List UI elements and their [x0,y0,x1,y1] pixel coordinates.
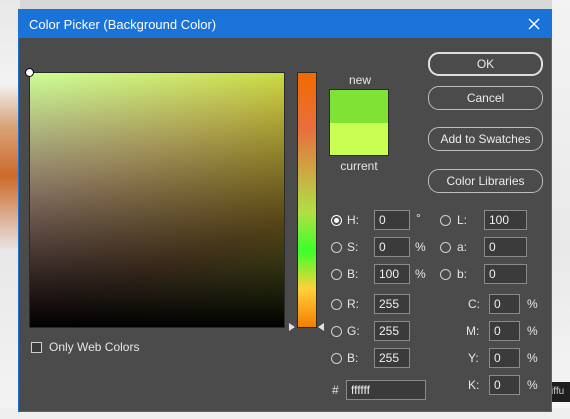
saturation-label: S: [347,240,359,254]
ok-button[interactable]: OK [428,52,543,76]
blue-label: B: [347,351,359,365]
hue-input[interactable]: 0 [374,210,410,230]
hue-slider[interactable] [297,72,317,328]
brightness-unit: % [415,267,426,281]
saturation-input[interactable]: 0 [374,237,410,257]
black-unit: % [527,378,538,392]
yellow-label: Y: [468,351,479,365]
color-field-marker[interactable] [25,68,34,77]
color-preview [329,89,389,156]
cyan-label: C: [468,297,480,311]
radio-hue[interactable] [331,215,342,226]
background-canvas-right [552,0,570,419]
blue-input[interactable]: 255 [374,348,410,368]
radio-red[interactable] [331,299,342,310]
black-input[interactable]: 0 [489,375,520,395]
magenta-unit: % [527,324,538,338]
hex-input[interactable]: ffffff [346,380,426,400]
slider-handle-right-icon[interactable] [318,323,324,331]
radio-lab-b[interactable] [440,269,451,280]
radio-brightness[interactable] [331,269,342,280]
radio-blue[interactable] [331,353,342,364]
hex-label: # [332,383,339,397]
lab-b-label: b: [457,267,468,281]
new-color-label: new [349,73,372,87]
add-to-swatches-button[interactable]: Add to Swatches [428,127,543,151]
lightness-label: L: [457,213,468,227]
hue-label: H: [347,213,359,227]
lab-a-label: a: [457,240,468,254]
lab-b-input[interactable]: 0 [484,264,527,284]
cyan-unit: % [527,297,538,311]
radio-lightness[interactable] [440,215,451,226]
slider-handle-left-icon[interactable] [289,323,295,331]
title-bar: Color Picker (Background Color) [19,10,551,38]
yellow-unit: % [527,351,538,365]
brightness-input[interactable]: 100 [374,264,410,284]
green-label: G: [347,324,360,338]
cancel-button[interactable]: Cancel [428,86,543,110]
color-libraries-button[interactable]: Color Libraries [428,169,543,193]
magenta-input[interactable]: 0 [489,321,520,341]
lightness-input[interactable]: 100 [484,210,527,230]
only-web-colors-label: Only Web Colors [49,340,140,354]
green-input[interactable]: 255 [374,321,410,341]
cyan-input[interactable]: 0 [489,294,520,314]
radio-lab-a[interactable] [440,242,451,253]
hue-unit: ° [416,211,421,225]
close-icon[interactable] [523,13,545,35]
color-field[interactable] [29,72,285,328]
lab-a-input[interactable]: 0 [484,237,527,257]
radio-saturation[interactable] [331,242,342,253]
black-label: K: [468,378,480,392]
red-label: R: [347,297,359,311]
only-web-colors-checkbox[interactable] [31,342,42,353]
dialog-title: Color Picker (Background Color) [29,17,217,32]
background-canvas-left [0,0,20,419]
radio-green[interactable] [331,326,342,337]
magenta-label: M: [466,324,480,338]
brightness-label: B: [347,267,359,281]
new-color-swatch [330,90,388,123]
color-picker-dialog: Color Picker (Background Color) new curr… [18,9,552,412]
yellow-input[interactable]: 0 [489,348,520,368]
red-input[interactable]: 255 [374,294,410,314]
saturation-unit: % [415,240,426,254]
current-color-swatch[interactable] [330,122,388,155]
current-color-label: current [340,159,378,173]
